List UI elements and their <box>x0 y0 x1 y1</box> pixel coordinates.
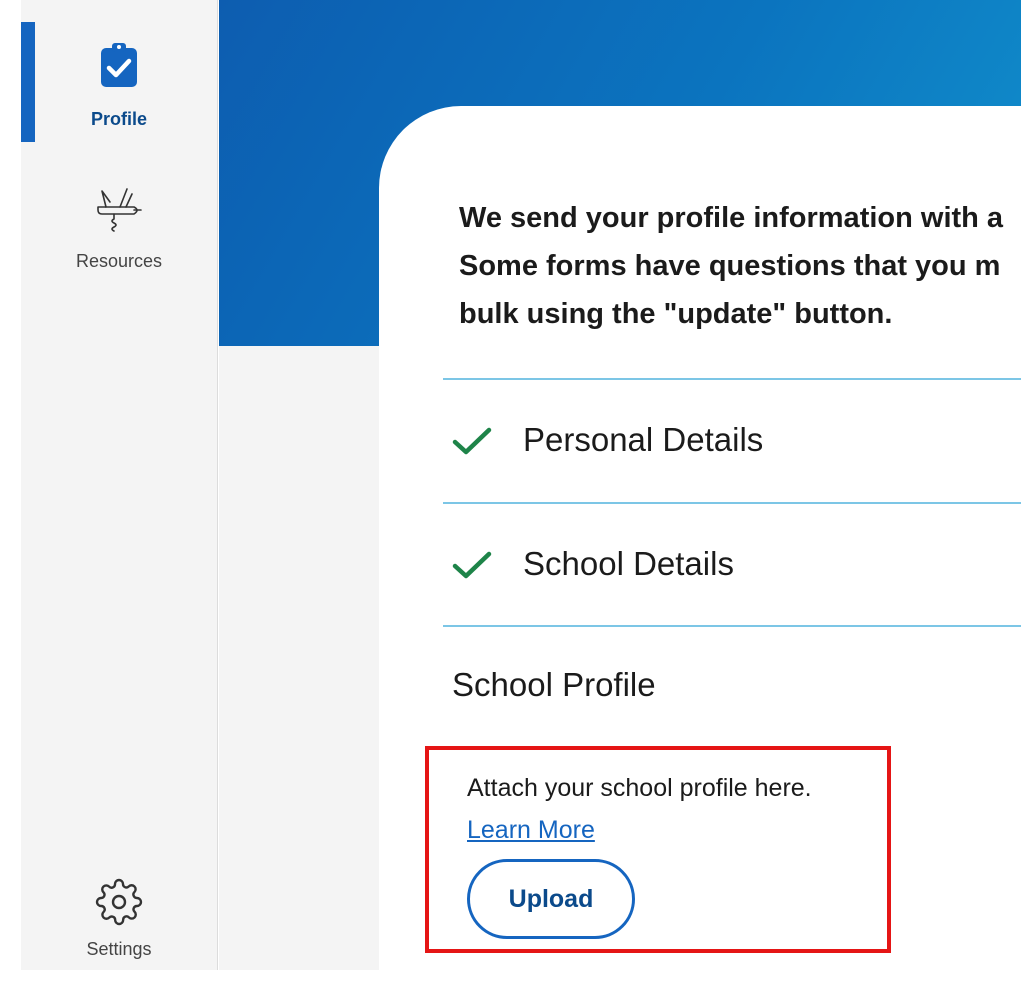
intro-line: We send your profile information with a <box>459 202 1004 234</box>
profile-card: We send your profile information with a … <box>379 106 1021 1006</box>
main-content: We send your profile information with a … <box>219 0 1021 1006</box>
section-label: Personal Details <box>523 421 764 458</box>
section-school-details[interactable]: School Details <box>443 536 1021 592</box>
intro-line: bulk using the "update" button. <box>459 298 893 330</box>
sidebar-item-profile[interactable]: Profile <box>21 22 217 142</box>
sidebar-item-settings[interactable]: Settings <box>21 878 217 960</box>
checkmark-icon <box>451 418 495 462</box>
gear-icon <box>95 878 143 931</box>
attach-description: Attach your school profile here. <box>467 774 812 802</box>
section-personal-details[interactable]: Personal Details <box>443 412 1021 468</box>
divider <box>443 378 1021 380</box>
upload-button[interactable]: Upload <box>467 859 635 939</box>
section-label: School Details <box>523 545 734 582</box>
sidebar-item-label: Settings <box>86 939 152 959</box>
divider <box>443 625 1021 627</box>
sidebar-item-label: Resources <box>75 251 163 271</box>
sidebar: Profile Resources Settings <box>21 0 218 970</box>
intro-text: We send your profile information with a … <box>459 194 1021 338</box>
intro-line: Some forms have questions that you m <box>459 250 1001 282</box>
multitool-icon <box>94 186 144 241</box>
attach-highlight-box: Attach your school profile here. Learn M… <box>425 746 891 953</box>
sidebar-item-resources[interactable]: Resources <box>21 186 217 272</box>
sidebar-item-label: Profile <box>90 109 147 129</box>
school-profile-title: School Profile <box>452 666 656 703</box>
active-indicator <box>21 22 35 142</box>
checkmark-icon <box>451 542 495 586</box>
divider <box>443 502 1021 504</box>
clipboard-check-icon <box>100 42 138 93</box>
learn-more-link[interactable]: Learn More <box>467 816 595 845</box>
